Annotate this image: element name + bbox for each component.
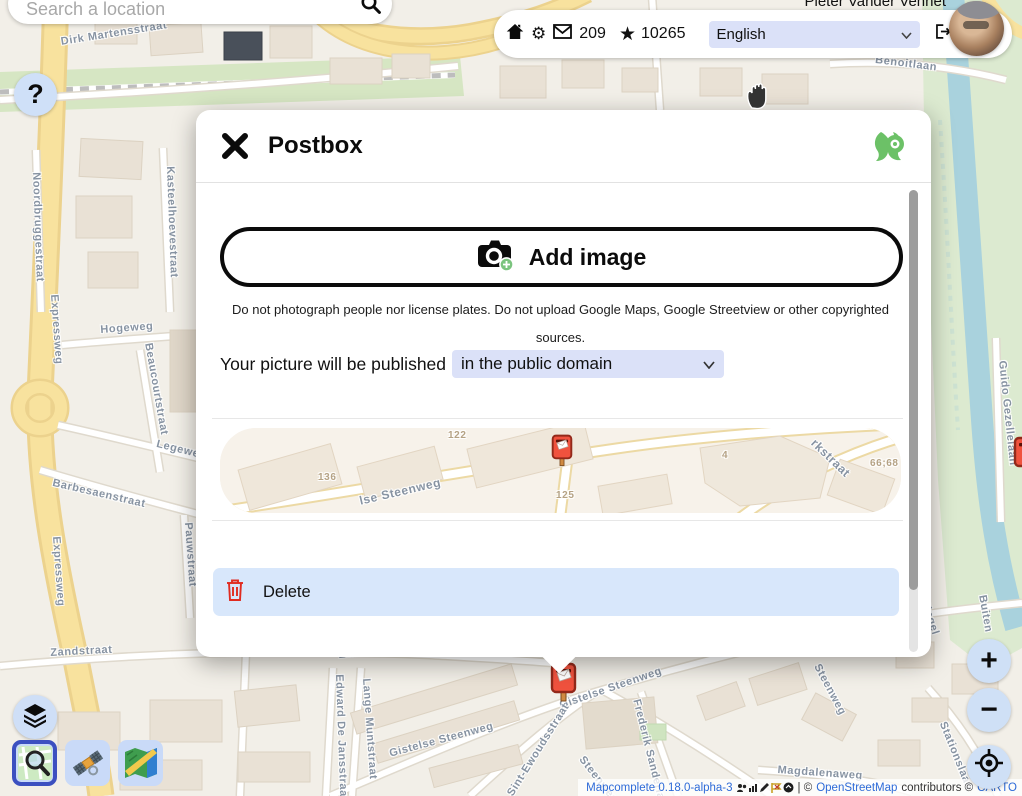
messages-icon[interactable] <box>553 24 572 44</box>
header-divider <box>196 182 931 183</box>
star-icon: ★ <box>619 25 636 44</box>
dialog-header: Postbox <box>196 110 931 182</box>
search-icon[interactable] <box>360 0 382 20</box>
zoom-out-label: − <box>980 693 998 727</box>
postbox-dialog: Postbox Add image Do not photograph peop… <box>196 110 931 657</box>
map-controls: + − <box>967 639 1011 789</box>
divider <box>212 520 903 521</box>
user-toolbar: ⚙ 209 ★ 10265 English <box>494 10 1012 58</box>
community-icon[interactable] <box>783 782 794 793</box>
license-select[interactable]: in the public domain <box>452 350 724 378</box>
flag-icon[interactable] <box>771 783 782 793</box>
settings-gear-icon[interactable]: ⚙ <box>531 26 546 43</box>
publish-license-row: Your picture will be published in the pu… <box>220 350 724 378</box>
style-button-satellite[interactable] <box>65 740 110 786</box>
license-value: in the public domain <box>461 354 612 374</box>
osm-link[interactable]: OpenStreetMap <box>816 782 897 794</box>
background-style-picker <box>12 740 163 786</box>
zoom-in-button[interactable]: + <box>967 639 1011 683</box>
add-image-button[interactable]: Add image <box>220 227 903 287</box>
layers-icon <box>22 702 48 733</box>
add-image-label: Add image <box>529 244 647 271</box>
zoom-in-label: + <box>980 644 998 678</box>
delete-button[interactable]: Delete <box>213 568 899 616</box>
help-button[interactable]: ? <box>14 73 57 116</box>
dialog-scrollbar[interactable] <box>909 190 918 652</box>
chevron-down-icon <box>703 354 715 374</box>
stats-icon[interactable] <box>748 783 758 793</box>
close-icon[interactable] <box>220 131 250 161</box>
home-icon[interactable] <box>506 23 524 45</box>
camera-plus-icon <box>477 238 515 277</box>
location-minimap[interactable]: 122136lse Steenweg1254rkstraat66;68 <box>220 428 901 513</box>
mangrove-logo-icon[interactable] <box>871 128 907 164</box>
postbox-marker-edge[interactable] <box>1012 436 1022 483</box>
attribution-icons <box>737 782 794 793</box>
attribution-divider: | © <box>798 782 813 794</box>
pencil-icon[interactable] <box>759 782 770 793</box>
language-value: English <box>717 26 766 43</box>
layers-button[interactable] <box>13 695 57 739</box>
avatar[interactable] <box>949 1 1004 56</box>
contributors-icon[interactable] <box>737 783 747 793</box>
user-name: Pieter Vander Vennet <box>805 0 947 10</box>
messages-count[interactable]: 209 <box>579 25 606 43</box>
help-label: ? <box>27 79 44 110</box>
chevron-down-icon <box>901 26 912 43</box>
search-input[interactable] <box>26 0 354 20</box>
zoom-out-button[interactable]: − <box>967 688 1011 732</box>
trash-icon <box>225 578 245 607</box>
language-select[interactable]: English <box>709 21 921 48</box>
license-note: Do not photograph people nor license pla… <box>232 296 889 352</box>
geolocate-button[interactable] <box>967 745 1011 789</box>
mapcomplete-app: { "search": { "placeholder": "Search a l… <box>0 0 1022 796</box>
divider <box>212 418 903 419</box>
publish-prefix: Your picture will be published <box>220 354 446 375</box>
mapcomplete-version-link[interactable]: Mapcomplete 0.18.0-alpha-3 <box>586 782 732 794</box>
postbox-marker[interactable] <box>549 662 578 709</box>
crosshair-icon <box>974 748 1004 786</box>
changesets-count[interactable]: 10265 <box>641 25 686 43</box>
search-bar <box>8 0 392 24</box>
delete-label: Delete <box>263 583 311 602</box>
attribution-middle: contributors © <box>901 782 973 794</box>
attribution-bar: Mapcomplete 0.18.0-alpha-3 | © OpenStree… <box>578 779 1022 796</box>
dialog-title: Postbox <box>268 132 871 160</box>
scrollbar-thumb[interactable] <box>909 190 918 590</box>
minimap-postbox-marker <box>550 434 574 473</box>
style-button-osm[interactable] <box>12 740 57 786</box>
style-button-map[interactable] <box>118 740 163 786</box>
